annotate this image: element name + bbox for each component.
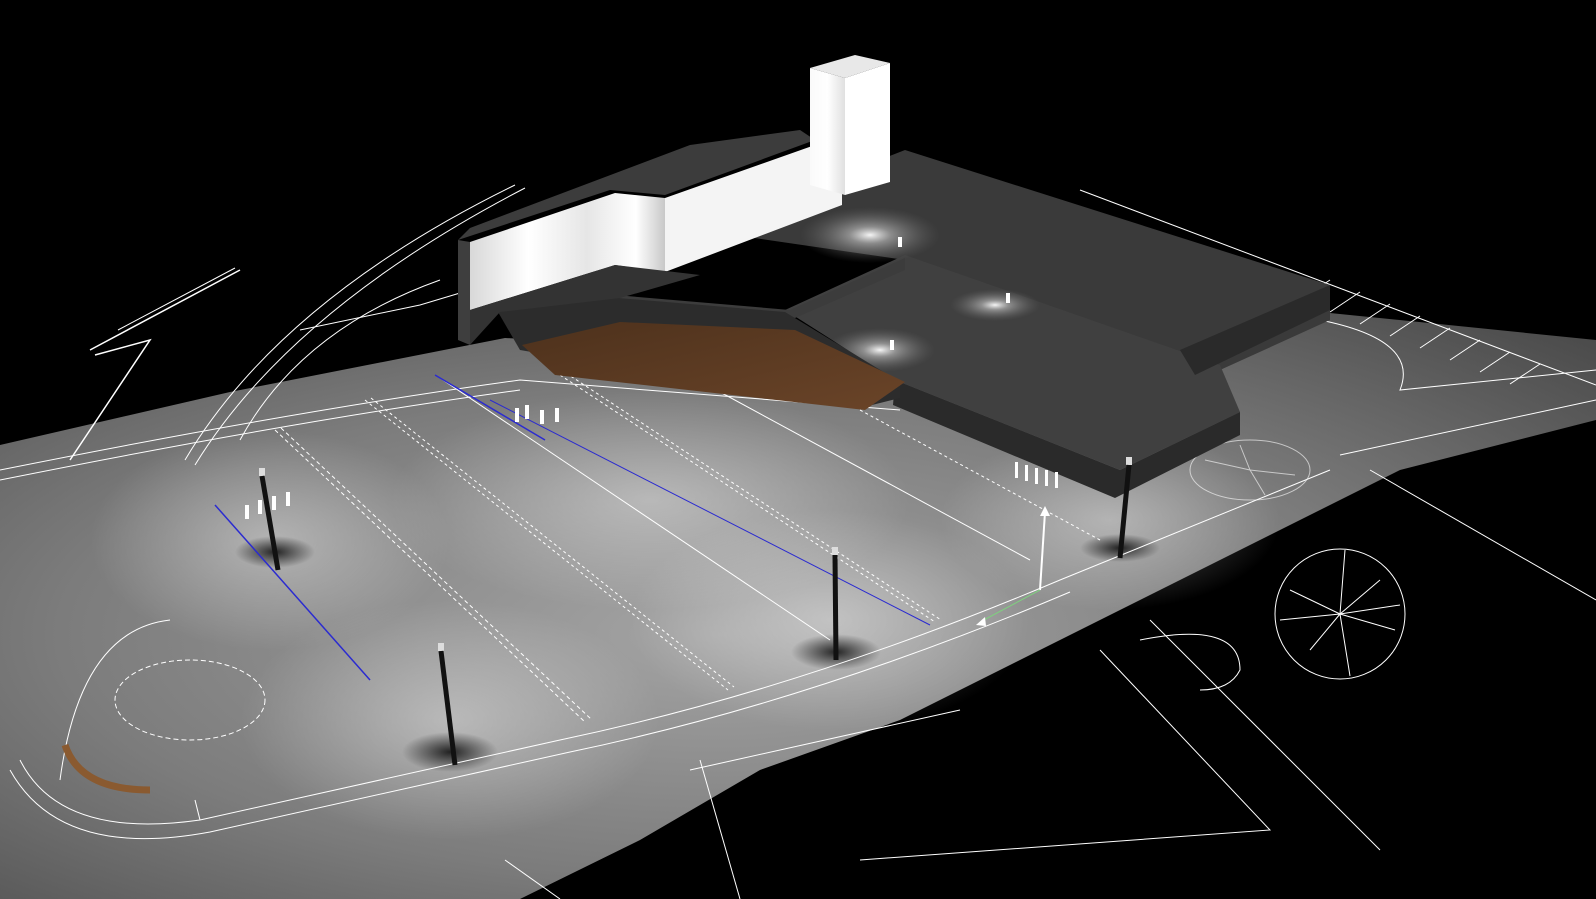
lit-wall-end bbox=[458, 240, 470, 345]
tower-side bbox=[810, 68, 845, 195]
lighting-render-viewport[interactable] bbox=[0, 0, 1596, 899]
tower-front bbox=[845, 63, 890, 195]
